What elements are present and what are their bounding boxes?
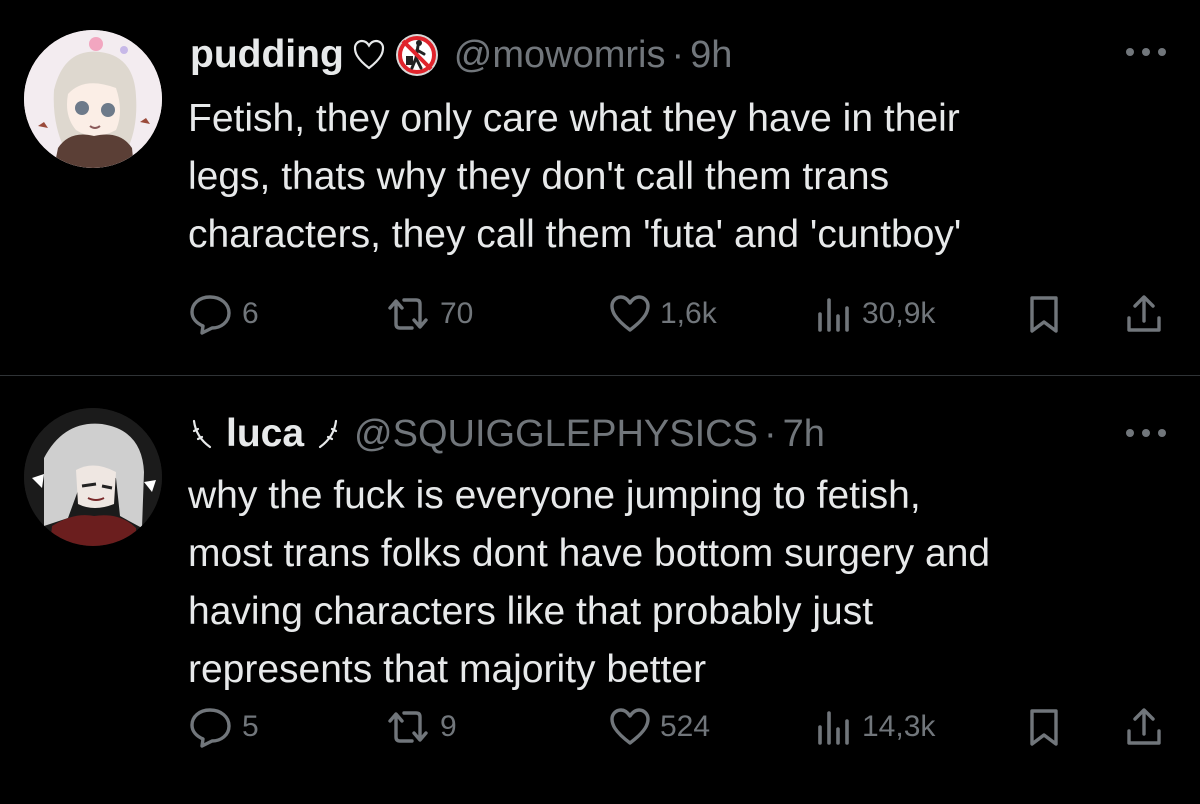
tweet[interactable]: luca @SQUIGGLEPHYSICS · 7h why the fuck … — [0, 377, 1200, 804]
timestamp[interactable]: 9h — [690, 34, 732, 77]
share-icon — [1124, 706, 1164, 748]
bookmark-icon — [1026, 707, 1062, 747]
tweet-text: why the fuck is everyone jumping to feti… — [188, 467, 1168, 699]
tweet-text: Fetish, they only care what they have in… — [188, 90, 1168, 264]
feather-right-icon — [314, 417, 340, 451]
more-icon[interactable] — [1126, 48, 1166, 60]
view-count: 14,3k — [862, 710, 936, 743]
reply-icon — [188, 706, 234, 748]
share-icon — [1124, 293, 1164, 335]
user-handle[interactable]: @SQUIGGLEPHYSICS — [354, 413, 758, 456]
no-littering-icon — [394, 32, 440, 78]
tweet-text-line: legs, thats why they don't call them tra… — [188, 155, 890, 198]
reply-count: 5 — [242, 710, 259, 743]
views-icon — [814, 707, 854, 747]
views-icon — [814, 294, 854, 334]
repost-button[interactable]: 70 — [384, 289, 473, 339]
display-name[interactable]: pudding — [190, 33, 344, 77]
reply-button[interactable]: 5 — [188, 702, 259, 752]
like-count: 1,6k — [660, 297, 717, 330]
more-icon[interactable] — [1126, 429, 1166, 441]
tweet-text-line: most trans folks dont have bottom surger… — [188, 532, 991, 575]
repost-count: 9 — [440, 710, 457, 743]
share-button[interactable] — [1124, 289, 1164, 339]
repost-button[interactable]: 9 — [384, 702, 457, 752]
tweet-text-line: represents that majority better — [188, 648, 707, 691]
separator-dot: · — [763, 412, 777, 455]
tweet-text-line: why the fuck is everyone jumping to feti… — [188, 474, 921, 517]
feather-left-icon — [190, 417, 216, 451]
user-handle[interactable]: @mowomris — [454, 34, 666, 77]
display-name[interactable]: luca — [226, 412, 304, 456]
action-bar: 6 70 1,6k 30,9k — [188, 289, 1178, 339]
bookmark-button[interactable] — [1026, 289, 1062, 339]
repost-count: 70 — [440, 297, 474, 330]
reply-button[interactable]: 6 — [188, 289, 259, 339]
tweet-header: luca @SQUIGGLEPHYSICS · 7h — [190, 407, 825, 461]
divider — [0, 375, 1200, 376]
tweet-text-line: having characters like that probably jus… — [188, 590, 874, 633]
bookmark-button[interactable] — [1026, 702, 1062, 752]
separator-dot: · — [671, 33, 685, 76]
reply-count: 6 — [242, 297, 259, 330]
like-button[interactable]: 524 — [608, 702, 710, 752]
view-count: 30,9k — [862, 297, 936, 330]
repost-icon — [384, 707, 432, 747]
avatar[interactable] — [24, 30, 162, 168]
share-button[interactable] — [1124, 702, 1164, 752]
tweet-text-line: Fetish, they only care what they have in… — [188, 97, 960, 140]
repost-icon — [384, 294, 432, 334]
like-button[interactable]: 1,6k — [608, 289, 717, 339]
bookmark-icon — [1026, 294, 1062, 334]
timestamp[interactable]: 7h — [783, 413, 825, 456]
like-count: 524 — [660, 710, 711, 743]
action-bar: 5 9 524 14,3k — [188, 702, 1178, 752]
avatar[interactable] — [24, 408, 162, 546]
tweet[interactable]: pudding @mowomris · 9h Fetish, they only… — [0, 0, 1200, 375]
tweet-header: pudding @mowomris · 9h — [190, 28, 732, 82]
tweet-text-line: characters, they call them 'futa' and 'c… — [188, 213, 962, 256]
heart-outline-icon — [352, 39, 386, 71]
heart-icon — [608, 294, 652, 334]
views-button[interactable]: 14,3k — [814, 702, 935, 752]
reply-icon — [188, 293, 234, 335]
views-button[interactable]: 30,9k — [814, 289, 935, 339]
heart-icon — [608, 707, 652, 747]
